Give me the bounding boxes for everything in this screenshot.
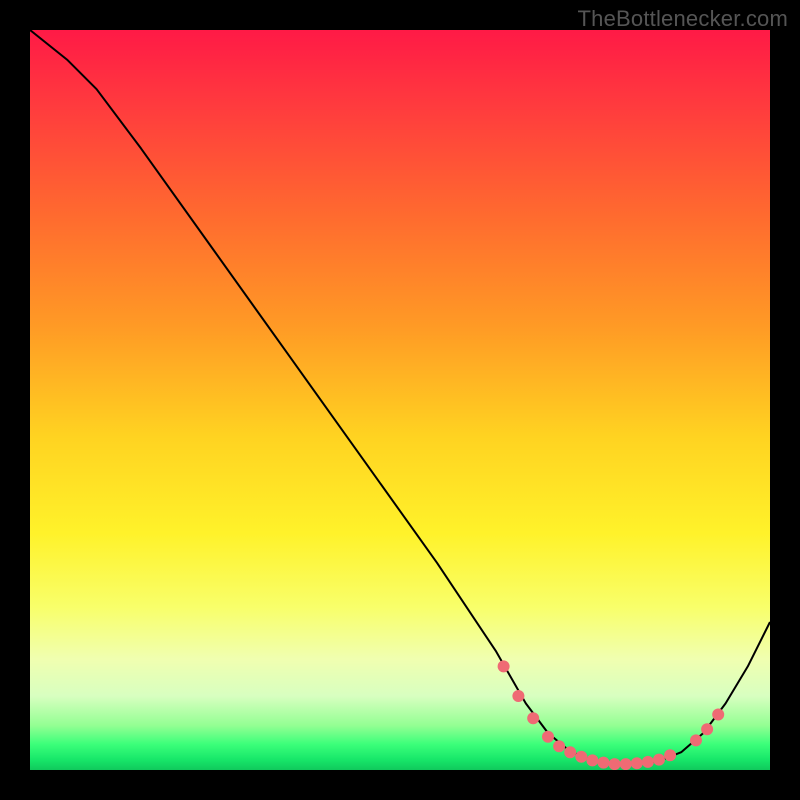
highlight-dot [542,731,554,743]
highlight-dot [512,690,524,702]
highlight-dot [498,660,510,672]
bottleneck-chart [30,30,770,770]
highlight-dot [701,723,713,735]
highlight-dot [664,749,676,761]
highlight-dot [620,758,632,770]
highlight-dot [609,758,621,770]
gradient-background [30,30,770,770]
highlight-dot [712,709,724,721]
highlight-dot [631,757,643,769]
highlight-dot [564,746,576,758]
highlight-dot [586,754,598,766]
highlight-dot [553,740,565,752]
highlight-dot [653,754,665,766]
highlight-dot [690,734,702,746]
highlight-dot [575,751,587,763]
chart-frame: TheBottlenecker.com [0,0,800,800]
highlight-dot [642,756,654,768]
watermark-label: TheBottlenecker.com [578,6,788,32]
highlight-dot [527,712,539,724]
highlight-dot [598,757,610,769]
